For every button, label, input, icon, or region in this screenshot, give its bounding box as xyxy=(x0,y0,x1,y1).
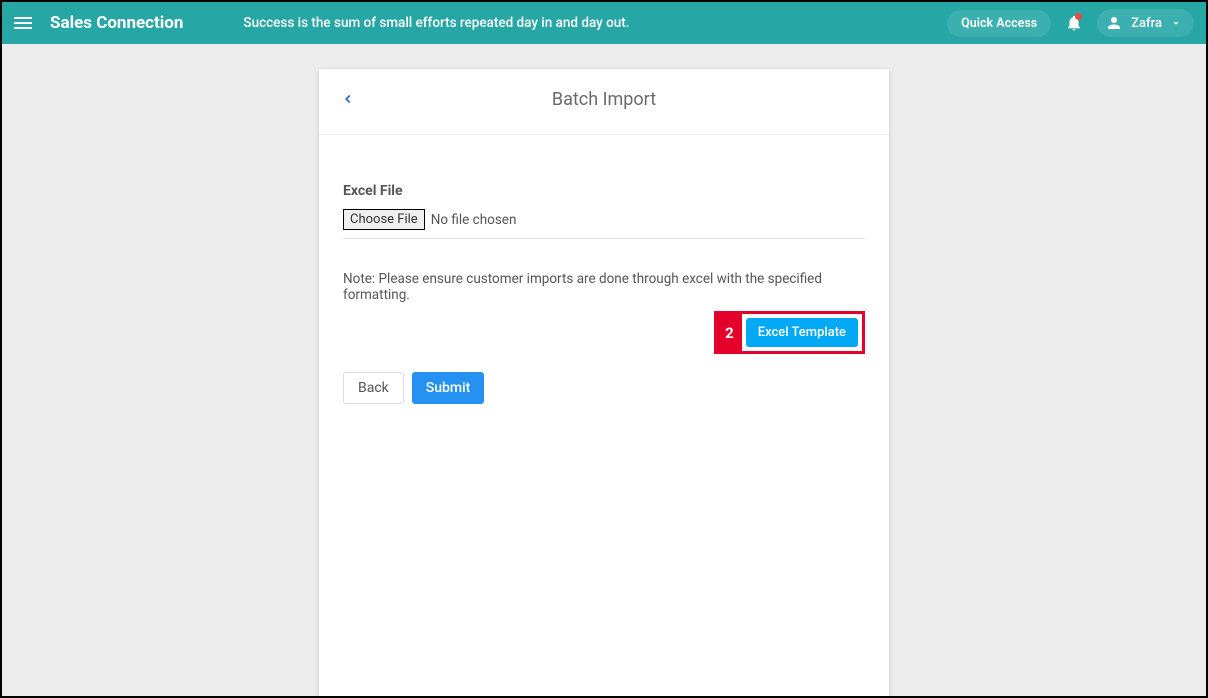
batch-import-card: Batch Import Excel File Choose File No f… xyxy=(319,69,889,696)
card-title: Batch Import xyxy=(339,89,869,110)
quick-access-button[interactable]: Quick Access xyxy=(947,10,1051,37)
menu-icon[interactable] xyxy=(14,13,34,33)
file-status-text: No file chosen xyxy=(431,212,517,228)
user-menu[interactable]: Zafra xyxy=(1097,9,1194,37)
annotation-number: 2 xyxy=(717,314,742,351)
choose-file-button[interactable]: Choose File xyxy=(343,209,425,230)
header-right: Quick Access Zafra xyxy=(947,9,1194,37)
file-input-row: Choose File No file chosen xyxy=(343,209,865,239)
card-header: Batch Import xyxy=(319,69,889,135)
button-row: Back Submit xyxy=(343,372,865,404)
content-area: Batch Import Excel File Choose File No f… xyxy=(2,44,1206,696)
submit-button[interactable]: Submit xyxy=(412,372,485,404)
template-row: 2 Excel Template xyxy=(343,311,865,354)
back-icon[interactable] xyxy=(341,91,355,110)
tagline-text: Success is the sum of small efforts repe… xyxy=(243,15,947,31)
excel-file-label: Excel File xyxy=(343,183,865,199)
annotation-highlight: 2 Excel Template xyxy=(714,311,865,354)
user-name: Zafra xyxy=(1131,16,1162,31)
back-button[interactable]: Back xyxy=(343,372,404,404)
avatar-icon xyxy=(1105,14,1123,32)
brand-name: Sales Connection xyxy=(50,13,183,33)
import-note: Note: Please ensure customer imports are… xyxy=(343,271,865,303)
card-body: Excel File Choose File No file chosen No… xyxy=(319,135,889,428)
app-header: Sales Connection Success is the sum of s… xyxy=(2,2,1206,44)
notifications-icon[interactable] xyxy=(1065,14,1083,32)
chevron-down-icon xyxy=(1170,17,1182,29)
excel-template-button[interactable]: Excel Template xyxy=(746,318,858,347)
